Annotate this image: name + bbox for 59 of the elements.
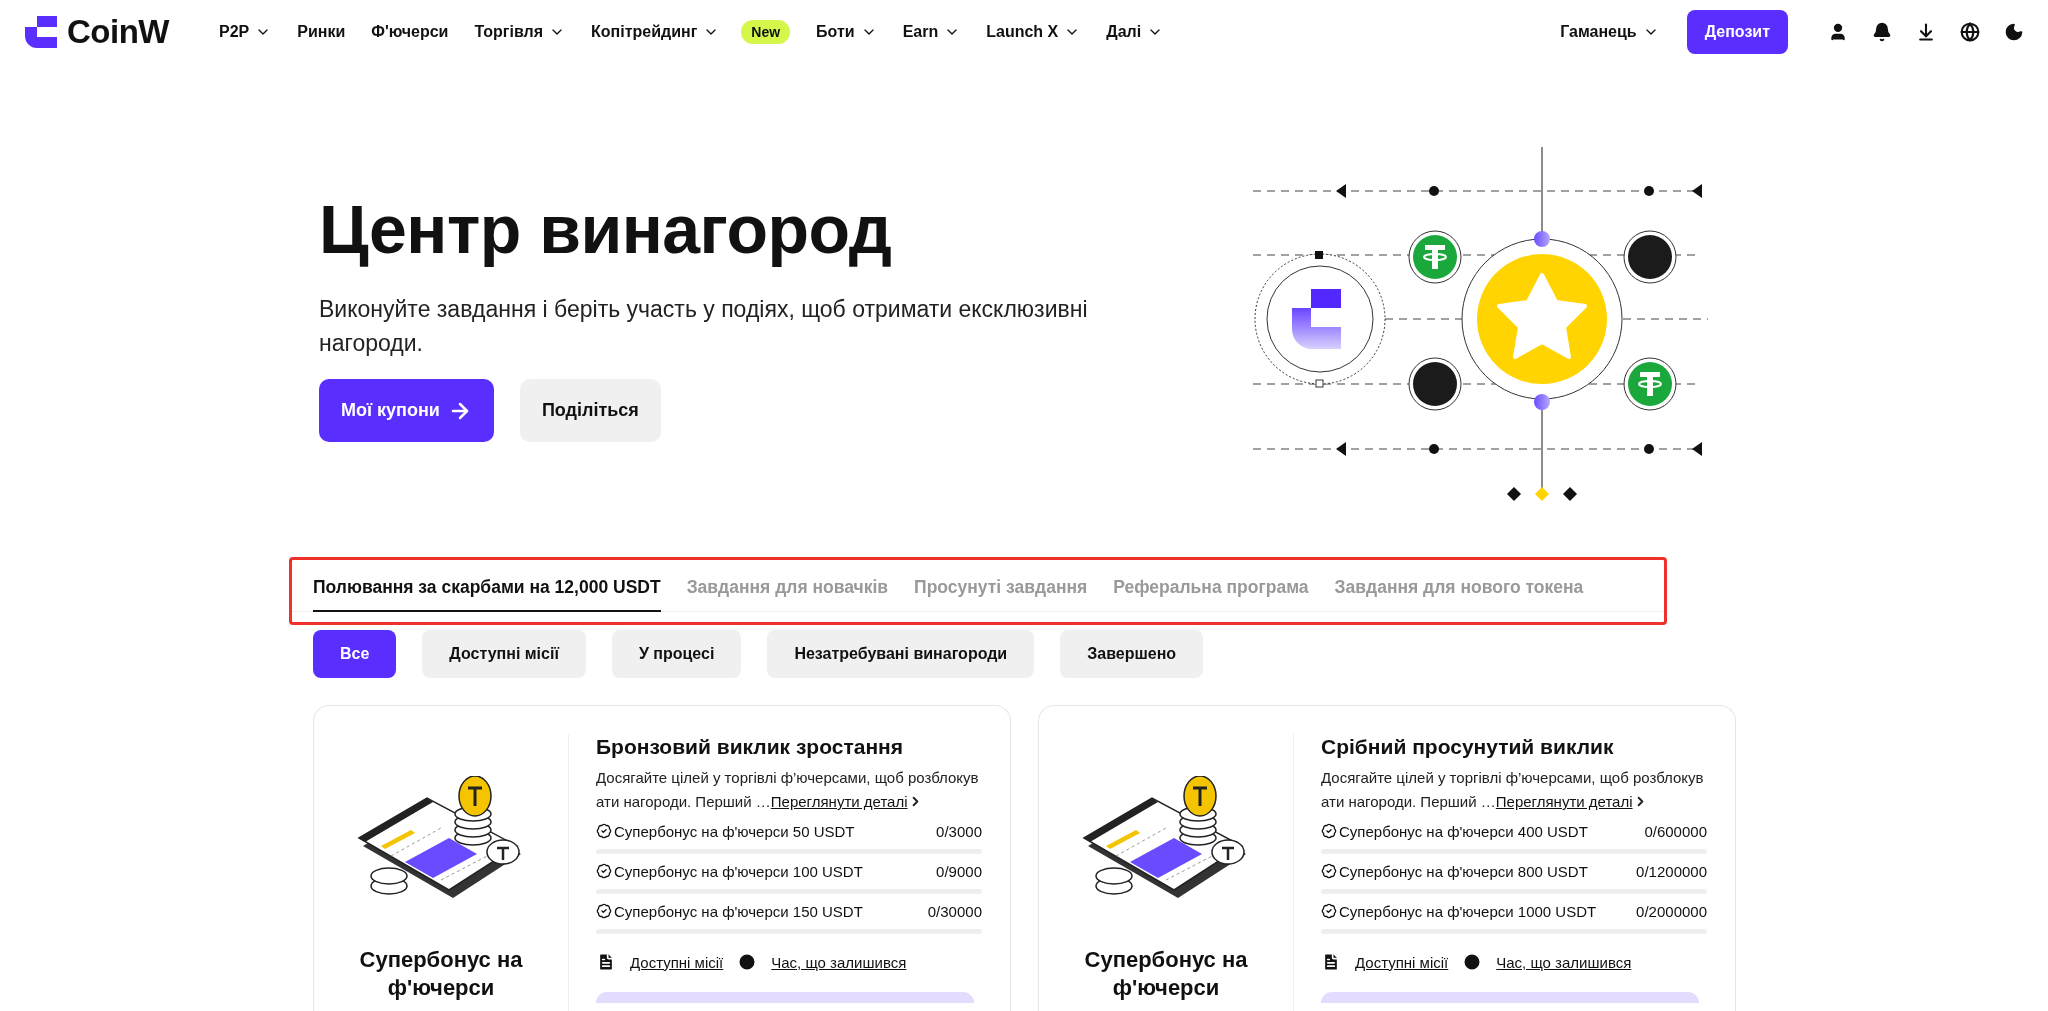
- time-left-link[interactable]: Час, що залишився: [1496, 953, 1632, 971]
- time-left-link[interactable]: Час, що залишився: [771, 953, 907, 971]
- card-title: Бронзовий виклик зростання: [596, 734, 904, 760]
- nav-item[interactable]: Далі: [1106, 23, 1164, 41]
- card-category: Супербонус на ф'ючерси: [1083, 946, 1249, 1002]
- nav-item[interactable]: Ф'ючерси: [371, 23, 449, 41]
- reward-count: 0/2000000: [1636, 902, 1707, 920]
- nav-item[interactable]: Торгівля: [474, 23, 565, 41]
- filter-chip[interactable]: У процесі: [611, 630, 742, 678]
- moon-icon[interactable]: [2004, 22, 2024, 42]
- reward-label: Супербонус на ф'ючерси 150 USDT: [614, 902, 863, 920]
- bell-icon[interactable]: [1872, 22, 1892, 42]
- details-link[interactable]: Переглянути деталі: [770, 793, 908, 810]
- filter-chip[interactable]: Все: [313, 630, 397, 678]
- award-icon: [596, 903, 612, 919]
- deposit-button[interactable]: Депозит: [1686, 10, 1788, 54]
- card-title: Срібний просунутий виклик: [1321, 734, 1615, 760]
- reward-count: 0/30000: [927, 902, 982, 920]
- reward-label: Супербонус на ф'ючерси 800 USDT: [1339, 862, 1588, 880]
- reward-label: Супербонус на ф'ючерси 50 USDT: [614, 822, 855, 840]
- nav-item[interactable]: P2P: [218, 23, 272, 41]
- card-description: Досягайте цілей у торгівлі ф’ючерсами, щоб розблокувати нагороди. Перший …Переглянути деталі: [596, 768, 980, 812]
- nav-item[interactable]: Боти: [816, 23, 877, 41]
- nav-item[interactable]: Launch X: [986, 23, 1081, 41]
- wallet-menu[interactable]: Гаманець: [1560, 23, 1659, 41]
- share-button[interactable]: Поділіться: [519, 379, 661, 442]
- nav-item[interactable]: Ринки: [297, 23, 346, 41]
- filter-chip[interactable]: Доступні місії: [422, 630, 586, 678]
- filter-chip[interactable]: Незатребувані винагороди: [767, 630, 1035, 678]
- filter-chip[interactable]: Завершено: [1060, 630, 1204, 678]
- reward-label: Супербонус на ф'ючерси 400 USDT: [1339, 822, 1588, 840]
- coupons-button[interactable]: Мої купони: [319, 379, 494, 442]
- details-link[interactable]: Переглянути деталі: [1495, 793, 1633, 810]
- globe-icon[interactable]: [1960, 22, 1980, 42]
- page-title: Центр винагород: [319, 190, 893, 269]
- award-icon: [1321, 823, 1337, 839]
- page-subtitle: Виконуйте завдання і беріть участь у подіях, щоб отримати ексклюзивні нагороди.: [319, 295, 1089, 358]
- reward-count: 0/9000: [936, 862, 982, 880]
- award-icon: [596, 823, 612, 839]
- missions-link[interactable]: Доступні місії: [1355, 953, 1449, 971]
- missions-link[interactable]: Доступні місії: [630, 953, 724, 971]
- reward-count: 0/1200000: [1636, 862, 1707, 880]
- award-icon: [596, 863, 612, 879]
- reward-label: Супербонус на ф'ючерси 1000 USDT: [1339, 902, 1597, 920]
- award-icon: [1321, 863, 1337, 879]
- card-description: Досягайте цілей у торгівлі ф’ючерсами, щоб розблокувати нагороди. Перший …Переглянути деталі: [1321, 768, 1705, 812]
- reward-label: Супербонус на ф'ючерси 100 USDT: [614, 862, 863, 880]
- user-icon[interactable]: [1828, 22, 1848, 42]
- download-icon[interactable]: [1916, 22, 1936, 42]
- reward-count: 0/3000: [936, 822, 982, 840]
- award-icon: [1321, 903, 1337, 919]
- nav-item[interactable]: Earn: [902, 23, 961, 41]
- reward-count: 0/600000: [1644, 822, 1707, 840]
- tab[interactable]: Полювання за скарбами на 12,000 USDT: [313, 577, 661, 612]
- card-category: Супербонус на ф'ючерси: [358, 946, 524, 1002]
- nav-item[interactable]: Копітрейдинг: [591, 23, 720, 41]
- logo-icon: [25, 16, 57, 48]
- logo-text[interactable]: CoinW: [67, 13, 169, 51]
- new-badge: New: [741, 20, 791, 44]
